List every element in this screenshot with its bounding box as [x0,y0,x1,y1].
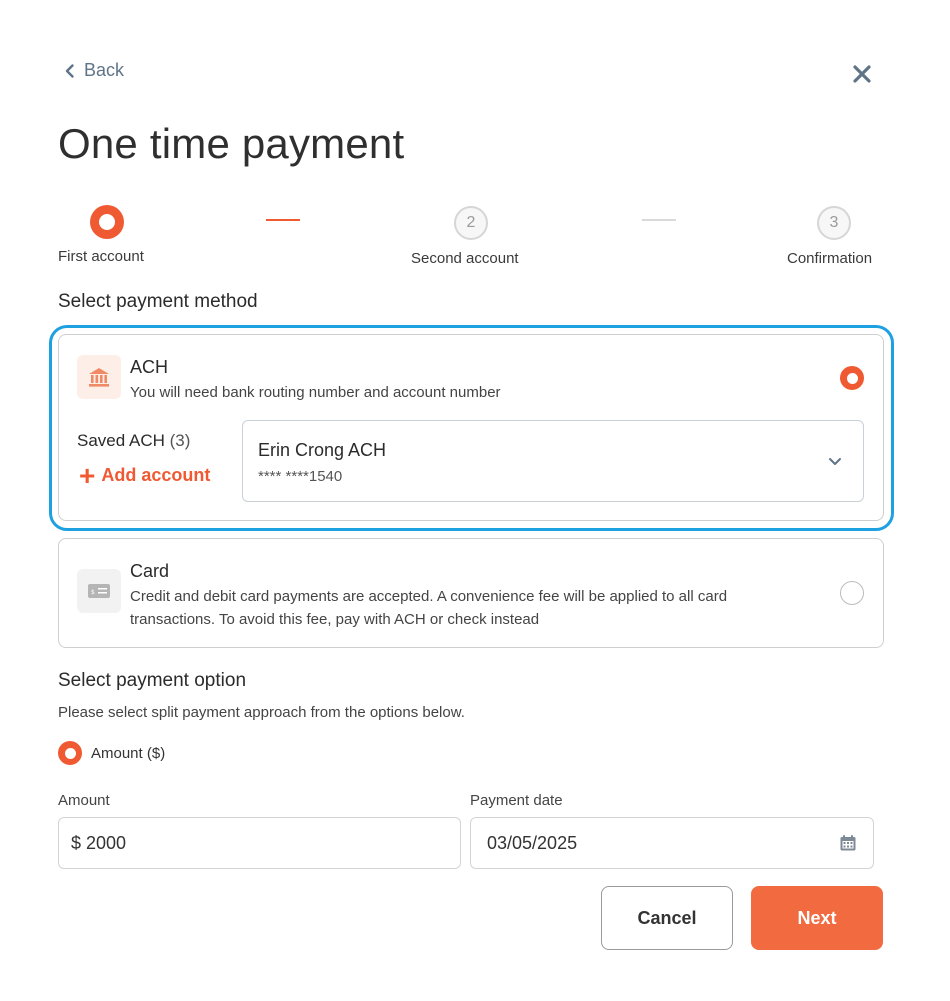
amount-option-label: Amount ($) [91,745,166,762]
page-title: One time payment [58,120,405,167]
saved-ach-label: Saved ACH (3) [77,431,190,451]
chevron-down-icon [829,458,841,465]
ach-option-card[interactable]: ACH You will need bank routing number an… [58,334,884,521]
step-connector-1 [266,219,300,221]
card-radio[interactable] [840,581,864,605]
step-1-label: First account [58,248,144,265]
step-3-indicator: 3 [817,206,851,240]
amount-label: Amount [58,792,110,809]
saved-ach-count: (3) [169,431,191,450]
card-icon: $ [77,569,121,613]
add-account-label: Add account [101,465,211,485]
payment-option-description: Please select split payment approach fro… [58,704,465,721]
selected-account-name: Erin Crong ACH [258,440,387,460]
plus-icon: + [79,459,96,491]
payment-method-heading: Select payment method [58,291,258,312]
step-2-indicator: 2 [454,206,488,240]
amount-value: $ 2000 [71,832,127,853]
add-account-button[interactable]: + Add account [79,459,211,491]
card-description-line1: Credit and debit card payments are accep… [130,588,728,605]
chevron-left-icon [65,63,74,78]
close-icon[interactable] [850,62,874,86]
cancel-button[interactable]: Cancel [601,886,733,950]
saved-account-dropdown[interactable]: Erin Crong ACH **** ****1540 [242,420,864,502]
amount-input[interactable]: $ 2000 [58,817,461,869]
step-2-label: Second account [411,250,519,267]
payment-date-input[interactable]: 03/05/2025 [470,817,874,869]
back-button[interactable]: Back [62,60,124,81]
svg-text:$: $ [91,589,95,596]
step-connector-2 [642,219,676,221]
next-button[interactable]: Next [751,886,883,950]
bank-icon [77,355,121,399]
ach-radio[interactable] [840,366,864,390]
step-1-indicator [90,205,124,239]
back-label: Back [84,60,125,80]
card-description-line2: transactions. To avoid this fee, pay wit… [130,611,540,628]
card-option-card[interactable]: $ Card Credit and debit card payments ar… [58,538,884,648]
payment-date-value: 03/05/2025 [487,832,578,853]
payment-option-heading: Select payment option [58,670,247,691]
payment-date-label: Payment date [470,792,563,809]
saved-ach-text: Saved ACH [77,431,165,450]
amount-option-radio[interactable] [58,741,82,765]
calendar-icon[interactable] [839,834,857,852]
card-title: Card [130,561,170,581]
ach-title: ACH [130,357,169,377]
selected-account-number: **** ****1540 [258,468,343,485]
step-3-label: Confirmation [787,250,873,267]
ach-description: You will need bank routing number and ac… [130,384,501,401]
